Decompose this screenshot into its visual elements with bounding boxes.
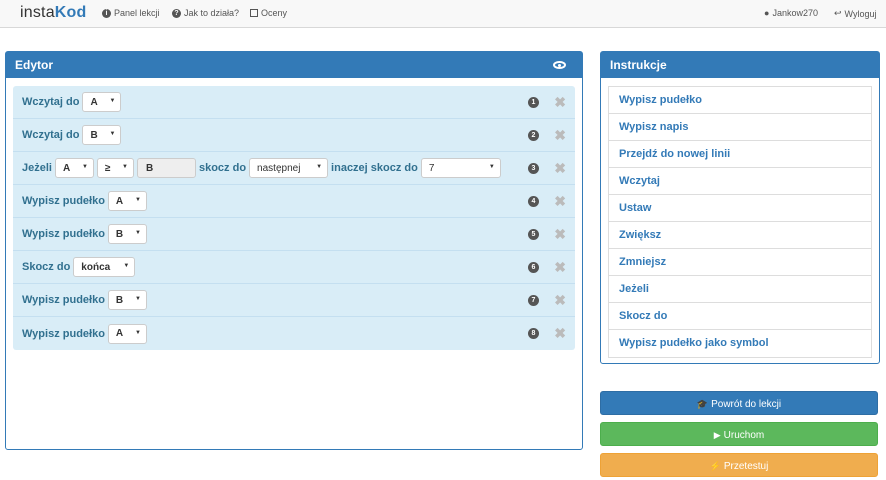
- info-icon: i: [102, 8, 111, 18]
- delete-icon[interactable]: ✖: [554, 160, 566, 177]
- row-keyword: Wypisz pudełko: [22, 327, 105, 340]
- instruction-item[interactable]: Zwiększ: [609, 222, 871, 249]
- editor-row-2[interactable]: Wczytaj do B 2 ✖: [13, 119, 575, 152]
- grades-icon: [250, 9, 258, 17]
- editor-row-8[interactable]: Wypisz pudełko A 8 ✖: [13, 317, 575, 350]
- editor-row-4[interactable]: Wypisz pudełko A 4 ✖: [13, 185, 575, 218]
- row-keyword: Wczytaj do: [22, 96, 80, 108]
- logo[interactable]: instaKod: [20, 4, 87, 22]
- row-number-badge: 1: [528, 97, 539, 108]
- editor-row-1[interactable]: Wczytaj do A 1 ✖: [13, 86, 575, 119]
- box-select[interactable]: B: [107, 224, 147, 244]
- box-select[interactable]: A: [107, 323, 147, 344]
- editor-row-5[interactable]: Wypisz pudełko B 5 ✖: [13, 218, 575, 251]
- instruction-item[interactable]: Przejdź do nowej linii: [609, 141, 871, 168]
- logout-icon: ↩: [834, 8, 842, 18]
- row-keyword: Wypisz pudełko: [22, 195, 105, 207]
- row-keyword: Wypisz pudełko: [22, 228, 105, 240]
- row-number-badge: 6: [528, 262, 539, 273]
- nav-user[interactable]: ● Jankow270: [764, 8, 818, 18]
- row-keyword: Skocz do: [22, 261, 71, 273]
- editor-rows: Wczytaj do A 1 ✖ Wczytaj do B 2 ✖ Jeżeli…: [13, 86, 575, 350]
- nav-panel-lekcji[interactable]: i Panel lekcji: [102, 8, 160, 18]
- row-keyword: inaczej skocz do: [331, 162, 418, 174]
- editor-row-6[interactable]: Skocz do końca 6 ✖: [13, 251, 575, 284]
- question-icon: ?: [172, 8, 181, 18]
- delete-icon[interactable]: ✖: [554, 292, 566, 309]
- editor-row-7[interactable]: Wypisz pudełko B 7 ✖: [13, 284, 575, 317]
- delete-icon[interactable]: ✖: [554, 94, 566, 111]
- delete-icon[interactable]: ✖: [554, 127, 566, 144]
- row-keyword: Wczytaj do: [22, 129, 80, 141]
- instruction-item[interactable]: Wypisz napis: [609, 114, 871, 141]
- instruction-item[interactable]: Jeżeli: [609, 276, 871, 303]
- editor-title: Edytor: [15, 58, 54, 72]
- nav-jak-to-dziala[interactable]: ? Jak to działa?: [172, 8, 239, 18]
- jump-target-select[interactable]: następnej: [249, 158, 329, 178]
- operator-select[interactable]: ≥: [96, 158, 134, 178]
- row-number-badge: 3: [528, 163, 539, 174]
- box-select[interactable]: A: [107, 191, 147, 211]
- row-keyword: Wypisz pudełko: [22, 294, 105, 306]
- nav-logout[interactable]: ↩ Wyloguj: [834, 8, 876, 19]
- editor-row-3[interactable]: Jeżeli A ≥ B skocz do następnej inaczej …: [13, 152, 575, 185]
- instruction-item[interactable]: Wypisz pudełko jako symbol: [609, 330, 871, 357]
- instructions-heading: Instrukcje: [601, 52, 879, 78]
- else-jump-select[interactable]: 7: [420, 158, 501, 178]
- row-keyword: Jeżeli: [22, 162, 52, 174]
- row-number-badge: 8: [528, 328, 539, 339]
- eye-icon[interactable]: [553, 61, 566, 69]
- box-select[interactable]: B: [82, 125, 122, 145]
- compare-input[interactable]: B: [136, 158, 196, 178]
- box-select[interactable]: A: [82, 92, 122, 112]
- instruction-item[interactable]: Wczytaj: [609, 168, 871, 195]
- row-number-badge: 4: [528, 196, 539, 207]
- test-button[interactable]: ⚡ Przetestuj: [600, 453, 878, 477]
- instructions-title: Instrukcje: [610, 58, 667, 72]
- row-keyword: skocz do: [198, 162, 247, 174]
- graduation-cap-icon: 🎓: [696, 399, 709, 409]
- editor-heading: Edytor: [6, 52, 582, 78]
- row-number-badge: 7: [528, 295, 539, 306]
- box-select[interactable]: B: [107, 290, 147, 310]
- run-button[interactable]: ▶ Uruchom: [600, 422, 878, 446]
- row-number-badge: 5: [528, 229, 539, 240]
- delete-icon[interactable]: ✖: [554, 325, 566, 342]
- user-icon: ●: [764, 8, 770, 18]
- navbar: instaKod i Panel lekcji ? Jak to działa?…: [0, 0, 886, 28]
- bolt-icon: ⚡: [709, 461, 721, 471]
- editor-panel: Edytor Wczytaj do A 1 ✖ Wczytaj do B 2 ✖…: [5, 51, 583, 450]
- delete-icon[interactable]: ✖: [554, 193, 566, 210]
- row-number-badge: 2: [528, 130, 539, 141]
- nav-oceny[interactable]: Oceny: [250, 8, 287, 18]
- delete-icon[interactable]: ✖: [554, 226, 566, 243]
- instructions-panel: Instrukcje Wypisz pudełko Wypisz napis P…: [600, 51, 880, 364]
- instruction-item[interactable]: Wypisz pudełko: [609, 87, 871, 114]
- instruction-item[interactable]: Zmniejsz: [609, 249, 871, 276]
- box-select[interactable]: A: [54, 158, 94, 178]
- instructions-list: Wypisz pudełko Wypisz napis Przejdź do n…: [608, 86, 872, 358]
- instruction-item[interactable]: Ustaw: [609, 195, 871, 222]
- play-icon: ▶: [713, 430, 721, 440]
- back-to-lesson-button[interactable]: 🎓 Powrót do lekcji: [600, 391, 878, 415]
- instruction-item[interactable]: Skocz do: [609, 303, 871, 330]
- jump-target-select[interactable]: końca: [73, 257, 136, 277]
- delete-icon[interactable]: ✖: [554, 259, 566, 276]
